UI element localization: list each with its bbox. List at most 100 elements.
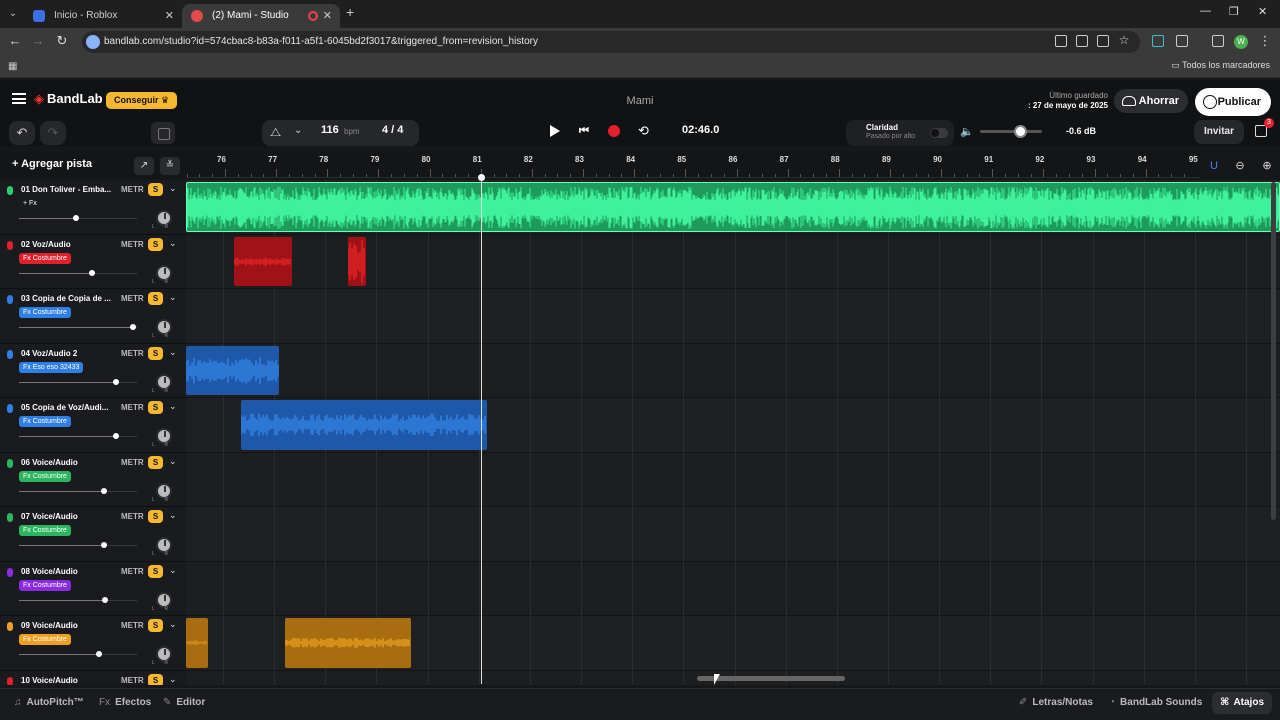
zoom-out-icon[interactable]: ⊖ xyxy=(1231,157,1249,175)
solo-button[interactable]: S xyxy=(148,673,163,685)
solo-button[interactable]: S xyxy=(148,237,163,251)
chevron-down-icon[interactable]: ⌄ xyxy=(169,183,177,194)
track-header[interactable]: 08 Voice/Audio METR S ⌄ Fx Costumbre L R xyxy=(0,562,186,616)
solo-button[interactable]: S xyxy=(148,510,163,523)
track-volume-handle[interactable] xyxy=(113,378,119,385)
solo-button[interactable]: S xyxy=(148,346,163,360)
track-name[interactable]: 09 Voice/Audio xyxy=(21,621,117,630)
bookmark-star-icon[interactable]: ☆ xyxy=(1115,33,1133,47)
audio-clip[interactable] xyxy=(234,236,292,286)
site-info-icon[interactable] xyxy=(86,35,100,49)
track-name[interactable]: 01 Don Toliver - Emba... xyxy=(21,185,117,194)
metronome-toggle[interactable]: METR xyxy=(121,621,144,630)
translate-icon[interactable] xyxy=(1097,35,1109,47)
track-volume-handle[interactable] xyxy=(101,542,107,548)
undo-button[interactable]: ↶ xyxy=(9,121,35,145)
metronome-toggle[interactable]: METR xyxy=(121,185,144,194)
metronome-toggle[interactable]: METR xyxy=(121,567,144,576)
all-bookmarks-folder[interactable]: ▭ Todos los marcadores xyxy=(1171,60,1270,71)
bandlab-sounds-button[interactable]: ◔ BandLab Sounds xyxy=(1109,697,1202,708)
track-header[interactable]: 03 Copia de Copia de ... METR S ⌄ Fx Costumb… xyxy=(0,289,186,344)
new-tab-button[interactable]: + xyxy=(346,4,354,20)
fx-chip[interactable]: Fx Costumbre xyxy=(19,525,71,536)
add-track-button[interactable]: + Agregar pista xyxy=(12,158,92,170)
loop-icon[interactable]: ⟲ xyxy=(638,123,649,139)
bpm-value[interactable]: 116 xyxy=(321,124,339,136)
play-icon[interactable] xyxy=(550,125,560,137)
skip-back-icon[interactable]: ⏮ xyxy=(579,125,589,138)
audio-clip[interactable] xyxy=(186,618,208,668)
metronome-toggle[interactable]: METR xyxy=(121,458,144,467)
clarity-toggle[interactable]: Claridad Pasado por alto xyxy=(846,120,954,146)
snap-button[interactable] xyxy=(151,122,175,144)
chevron-down-icon[interactable]: ⌄ xyxy=(169,238,177,249)
chevron-down-icon[interactable]: ⌄ xyxy=(169,401,177,412)
metronome-toggle[interactable]: METR xyxy=(121,349,144,358)
metronome-toggle[interactable]: METR xyxy=(121,403,144,412)
track-volume-handle[interactable] xyxy=(89,269,95,276)
metronome-icon[interactable]: ⧍ xyxy=(270,125,281,140)
track-name[interactable]: 06 Voice/Audio xyxy=(21,458,117,467)
fx-chip[interactable]: Fx Costumbre xyxy=(19,252,71,264)
time-signature[interactable]: 4 / 4 xyxy=(382,124,403,136)
track-name[interactable]: 03 Copia de Copia de ... xyxy=(21,294,117,303)
autopitch-button[interactable]: ♫ AutoPitch™ xyxy=(14,697,84,708)
audio-clip[interactable] xyxy=(186,345,279,395)
audio-clip[interactable] xyxy=(241,400,487,450)
cast-icon[interactable] xyxy=(1076,35,1088,47)
track-name[interactable]: 04 Voz/Audio 2 xyxy=(21,349,117,358)
chevron-down-icon[interactable]: ⌄ xyxy=(169,292,177,303)
url-field[interactable]: bandlab.com/studio?id=574cbac8-b83a-f011… xyxy=(82,31,1140,53)
get-membership-button[interactable]: Conseguir ♛ xyxy=(106,92,178,109)
fx-chip[interactable]: Fx Costumbre xyxy=(19,579,71,591)
solo-button[interactable]: S xyxy=(148,455,163,469)
redo-button[interactable]: ↷ xyxy=(40,121,66,145)
vertical-scrollbar[interactable] xyxy=(1271,182,1276,520)
playhead[interactable] xyxy=(481,176,482,684)
tab-mami-studio[interactable]: (2) Mami - Studio ✕ xyxy=(182,4,340,28)
solo-button[interactable]: S xyxy=(148,564,163,578)
media-icon[interactable] xyxy=(1212,35,1224,47)
track-name[interactable]: 07 Voice/Audio xyxy=(21,512,117,521)
restore-icon[interactable]: ❐ xyxy=(1229,5,1239,18)
metronome-toggle[interactable]: METR xyxy=(121,676,144,685)
speaker-mute-icon[interactable]: 🔈 xyxy=(960,125,974,138)
automation-icon[interactable]: ↗ xyxy=(134,157,154,175)
track-header[interactable]: 09 Voice/Audio METR S ⌄ Fx Costumbre L R xyxy=(0,616,186,671)
track-header[interactable]: 10 Voice/AudioMETRS⌄L R xyxy=(0,671,186,685)
profile-avatar[interactable]: W xyxy=(1234,35,1248,49)
fx-chip[interactable]: Fx Costumbre xyxy=(19,470,71,482)
track-header[interactable]: 04 Voz/Audio 2 METR S ⌄ Fx Eso eso 32433 L R xyxy=(0,344,186,398)
lyrics-notes-button[interactable]: ✐ Letras/Notas xyxy=(1019,697,1093,708)
chevron-down-icon[interactable]: ⌄ xyxy=(169,674,177,685)
apps-grid-icon[interactable]: ▦ xyxy=(8,61,17,72)
chevron-down-icon[interactable]: ⌄ xyxy=(169,347,177,358)
metronome-toggle[interactable]: METR xyxy=(121,240,144,249)
reload-icon[interactable]: ↻ xyxy=(53,33,71,49)
effects-button[interactable]: Fx Efectos xyxy=(99,697,151,708)
solo-button[interactable]: S xyxy=(148,401,163,414)
bandlab-logo[interactable]: ◈ BandLab xyxy=(34,91,103,107)
timeline-ruler[interactable]: 76 77 78 79 80 81 82 83 84 85 86 87 88 89 90 91 92 93 94 95 xyxy=(186,152,1200,178)
track-lane[interactable] xyxy=(186,561,1280,616)
tab-roblox[interactable]: Inicio - Roblox ✕ xyxy=(24,4,182,28)
playhead-handle[interactable] xyxy=(478,174,485,181)
master-volume-handle[interactable] xyxy=(1014,125,1027,138)
zoom-in-icon[interactable]: ⊕ xyxy=(1258,157,1276,175)
shortcuts-button[interactable]: ⌘ Atajos xyxy=(1212,692,1272,714)
solo-button[interactable]: S xyxy=(148,619,163,632)
track-header[interactable]: 05 Copia de Voz/Audi... METR S ⌄ Fx Costumbr… xyxy=(0,398,186,453)
extensions-puzzle-icon[interactable] xyxy=(1176,35,1188,47)
track-header[interactable]: 01 Don Toliver - Emba... METR S ⌄ + Fx L R xyxy=(0,180,186,235)
track-name[interactable]: 02 Voz/Audio xyxy=(21,240,117,249)
track-header[interactable]: 02 Voz/Audio METR S ⌄ Fx Costumbre L R xyxy=(0,235,186,289)
track-volume-handle[interactable] xyxy=(96,651,102,657)
chevron-down-icon[interactable]: ⌄ xyxy=(169,456,177,467)
fx-chip[interactable]: + Fx xyxy=(19,198,41,209)
track-volume-handle[interactable] xyxy=(102,596,108,603)
track-name[interactable]: 08 Voice/Audio xyxy=(21,567,117,576)
chevron-down-icon[interactable]: ⌄ xyxy=(169,510,177,521)
tab-search-icon[interactable]: ⌄ xyxy=(4,5,22,23)
audio-clip[interactable] xyxy=(186,182,1280,232)
audio-clip[interactable] xyxy=(285,618,411,668)
